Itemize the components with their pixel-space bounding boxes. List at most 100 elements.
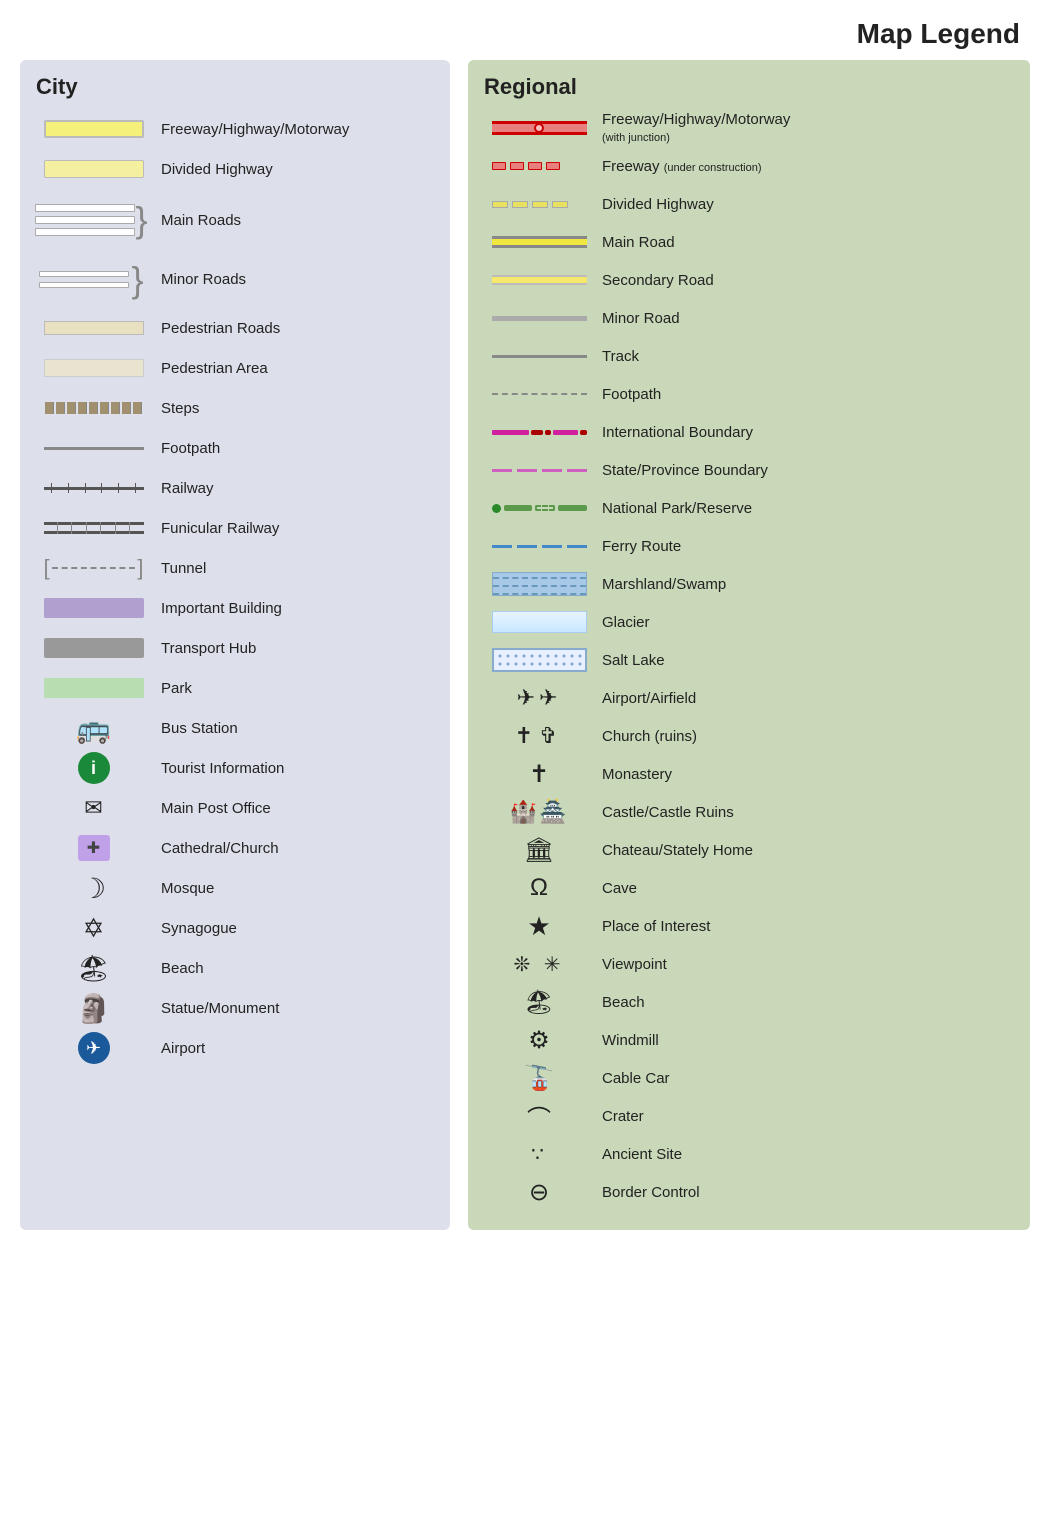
reg-cave-label: Cave [594,880,1014,897]
reg-glacier-icon [492,611,587,633]
reg-place-interest-row: ★ Place of Interest [484,908,1014,944]
reg-windmill-icon: ⚙ [528,1026,550,1055]
reg-church-symbol: ✝✞ [484,723,594,749]
reg-monastery-label: Monastery [594,766,1014,783]
city-cathedral-label: Cathedral/Church [151,840,434,857]
city-funicular-row: Funicular Railway [36,509,434,547]
city-railway-label: Railway [151,480,434,497]
city-tourist-info-row: i Tourist Information [36,749,434,787]
pedestrian-roads-icon [44,321,144,335]
park-icon [44,678,144,698]
reg-glacier-symbol [484,611,594,633]
reg-airport-label: Airport/Airfield [594,690,1014,707]
reg-ancient-label: Ancient Site [594,1146,1014,1163]
reg-church-icon: ✝✞ [515,723,564,749]
reg-chateau-symbol: 🏛 [484,836,594,865]
city-divided-label: Divided Highway [151,161,434,178]
reg-glacier-label: Glacier [594,614,1014,631]
city-transport-hub-symbol [36,638,151,658]
city-post-office-label: Main Post Office [151,800,434,817]
reg-freeway-label: Freeway/Highway/Motorway (with junction) [594,111,1014,145]
statue-icon: 🗿 [76,992,111,1025]
city-important-building-label: Important Building [151,600,434,617]
city-freeway-symbol [36,120,151,138]
main-roads-brace: } [135,202,147,238]
city-pedestrian-roads-symbol [36,321,151,335]
city-park-symbol [36,678,151,698]
city-cathedral-symbol: ✚ [36,835,151,861]
reg-castle-symbol: 🏰🏯 [484,799,594,825]
city-steps-label: Steps [151,400,434,417]
reg-viewpoint-label: Viewpoint [594,956,1014,973]
city-beach-label: Beach [151,960,434,977]
pedestrian-area-icon [44,359,144,377]
reg-saltlake-label: Salt Lake [594,652,1014,669]
divided-highway-icon [44,160,144,178]
city-bus-station-symbol: 🚌 [36,712,151,745]
tunnel-icon: [ ] [44,555,144,581]
city-minor-roads-label: Minor Roads [151,271,434,288]
reg-intl-boundary-row: International Boundary [484,414,1014,450]
reg-track-icon [492,355,587,358]
city-cathedral-row: ✚ Cathedral/Church [36,829,434,867]
reg-crater-label: Crater [594,1108,1014,1125]
city-ped-area-label: Pedestrian Area [151,360,434,377]
reg-marsh-label: Marshland/Swamp [594,576,1014,593]
reg-windmill-symbol: ⚙ [484,1026,594,1055]
city-main-roads-row: } Main Roads [36,190,434,250]
reg-cablecar-icon: 🚡 [524,1064,554,1093]
reg-minor-road-symbol [484,316,594,321]
reg-track-label: Track [594,348,1014,365]
reg-glacier-row: Glacier [484,604,1014,640]
reg-castle-label: Castle/Castle Ruins [594,804,1014,821]
reg-freeway-construction-row: Freeway (under construction) [484,148,1014,184]
reg-divided-icon [492,201,587,208]
bus-station-icon: 🚌 [76,712,111,745]
reg-castle-icon: 🏰🏯 [510,799,569,825]
regional-section: Regional Freeway/Highway/Motorway (with … [468,60,1030,1230]
reg-minor-road-label: Minor Road [594,310,1014,327]
city-ped-area-row: Pedestrian Area [36,349,434,387]
reg-secondary-road-label: Secondary Road [594,272,1014,289]
reg-natpark-symbol [484,504,594,513]
reg-monastery-row: ✝ Monastery [484,756,1014,792]
city-tunnel-label: Tunnel [151,560,434,577]
city-airport-symbol: ✈ [36,1032,151,1064]
reg-chateau-label: Chateau/Stately Home [594,842,1014,859]
reg-track-row: Track [484,338,1014,374]
reg-divided-row: Divided Highway [484,186,1014,222]
cathedral-icon: ✚ [78,835,110,861]
reg-beach-icon: 🏖 [524,988,554,1017]
city-footpath-row: Footpath [36,429,434,467]
city-steps-row: Steps [36,389,434,427]
reg-beach-symbol: 🏖 [484,988,594,1017]
minor-roads-brace: } [131,262,143,298]
city-post-office-symbol: ✉ [36,795,151,821]
city-main-roads-symbol: } [36,202,151,238]
reg-footpath-row: Footpath [484,376,1014,412]
city-tunnel-symbol: [ ] [36,555,151,581]
reg-minor-road-row: Minor Road [484,300,1014,336]
city-bus-station-row: 🚌 Bus Station [36,709,434,747]
transport-hub-icon [44,638,144,658]
reg-border-symbol: ⊖ [484,1178,594,1207]
city-divided-row: Divided Highway [36,150,434,188]
reg-natpark-row: National Park/Reserve [484,490,1014,526]
important-building-icon [44,598,144,618]
reg-divided-symbol [484,201,594,208]
reg-cablecar-label: Cable Car [594,1070,1014,1087]
city-statue-row: 🗿 Statue/Monument [36,989,434,1027]
reg-crater-icon: ⌒ [527,1099,551,1134]
reg-place-interest-icon: ★ [527,911,550,942]
city-statue-symbol: 🗿 [36,992,151,1025]
city-beach-symbol: 🏖 [36,953,151,984]
reg-main-road-row: Main Road [484,224,1014,260]
city-freeway-label: Freeway/Highway/Motorway [151,121,434,138]
city-mosque-row: ☽ Mosque [36,869,434,907]
city-transport-hub-row: Transport Hub [36,629,434,667]
city-mosque-label: Mosque [151,880,434,897]
reg-chateau-icon: 🏛 [524,836,554,865]
reg-secondary-road-symbol [484,275,594,285]
page-title: Map Legend [0,0,1050,60]
reg-place-interest-symbol: ★ [484,911,594,942]
